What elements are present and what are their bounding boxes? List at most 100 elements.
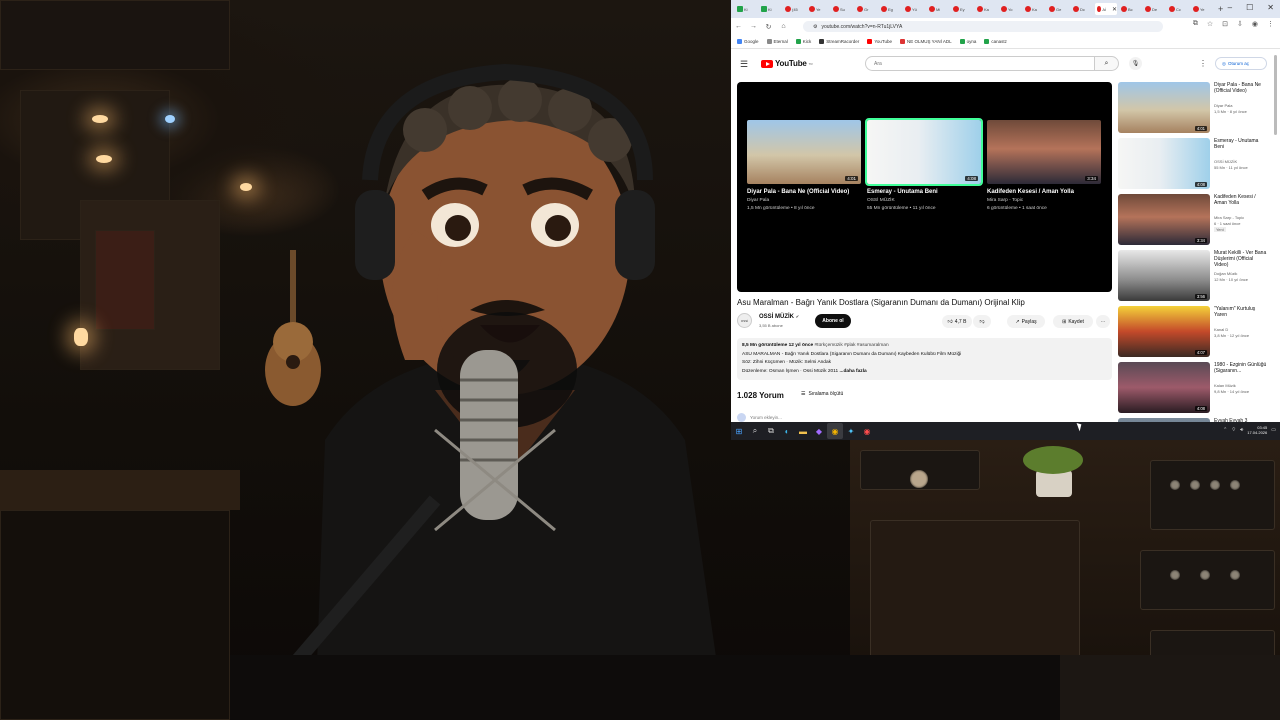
sidebar-channel-name[interactable]: Kalan Müzik: [1214, 383, 1268, 388]
end-screen-title[interactable]: Esmeray - Unutama Beni: [867, 189, 981, 196]
end-screen-channel[interactable]: Diyar Pala: [747, 198, 861, 204]
video-player[interactable]: 4:01 Diyar Pala - Bana Ne (Official Vide…: [737, 82, 1112, 292]
system-clock[interactable]: 03:45 17.04.2026: [1247, 425, 1267, 435]
end-screen-video[interactable]: 4:08 Esmeray - Unutama Beni OSSİ MÜZİK 5…: [865, 118, 983, 212]
browser-tab[interactable]: Mi: [927, 3, 949, 15]
dislike-button[interactable]: 👎︎: [973, 315, 991, 328]
search-button[interactable]: ⌕: [1095, 56, 1119, 71]
url-input[interactable]: ⚙ youtube.com/watch?v=n-RTu1jLVYA: [803, 21, 1163, 32]
browser-tab[interactable]: Ki: [759, 3, 781, 15]
new-tab-icon[interactable]: +: [1218, 4, 1223, 14]
extensions-icon[interactable]: ⊡: [1222, 20, 1228, 28]
end-screen-title[interactable]: Diyar Pala - Bana Ne (Official Video): [747, 189, 861, 196]
channel-name[interactable]: OSSİ MÜZİK ✔: [759, 314, 799, 320]
sidebar-thumbnail[interactable]: 4:07: [1118, 306, 1210, 357]
share-button[interactable]: ↗ Paylaş: [1007, 315, 1045, 328]
sidebar-video-title[interactable]: Esmeray - Unutama Beni: [1214, 138, 1268, 150]
end-screen-thumbnail[interactable]: 3:34: [987, 120, 1101, 184]
browser-tab[interactable]: Dc: [1071, 3, 1093, 15]
more-actions-button[interactable]: ⋯: [1096, 315, 1110, 328]
volume-icon[interactable]: 🔊︎: [1240, 427, 1243, 433]
browser-tab[interactable]: Bc: [1119, 3, 1141, 15]
end-screen-channel[interactable]: Mira Sarp - Topic: [987, 198, 1101, 204]
bookmark-item[interactable]: canastz: [984, 39, 1007, 44]
end-screen-video[interactable]: 3:34 Kadifeden Kesesi / Aman Yolla Mira …: [987, 120, 1101, 212]
voice-search-button[interactable]: 🎙︎: [1129, 57, 1142, 70]
sidebar-thumbnail[interactable]: 3:56: [1118, 250, 1210, 301]
sidebar-video-item[interactable]: 4:07 "Yalanım" Kurtuluş Yaren Kanal D 3,8 M…: [1118, 306, 1268, 358]
sidebar-video-item[interactable]: 4:08 1980 - Ezginin Günlüğü (Sigaranın...…: [1118, 362, 1268, 414]
sidebar-video-title[interactable]: Kadifeden Kesesi / Aman Yolla: [1214, 194, 1268, 206]
youtube-search-input[interactable]: Ara: [865, 56, 1095, 71]
hamburger-menu-icon[interactable]: ☰: [740, 59, 748, 70]
bookmark-item[interactable]: oyna: [959, 39, 976, 44]
sidebar-channel-name[interactable]: Kanal D: [1214, 327, 1268, 332]
browser-tab[interactable]: Ka: [975, 3, 997, 15]
settings-menu-icon[interactable]: ⋮: [1199, 59, 1207, 68]
home-icon[interactable]: ⌂: [776, 23, 791, 30]
youtube-logo[interactable]: YouTube TR: [761, 59, 813, 68]
sort-comments-button[interactable]: ☰ Sıralama ölçütü: [801, 391, 843, 397]
chrome-icon[interactable]: ◉: [827, 423, 843, 439]
channel-avatar[interactable]: OSSİ: [737, 313, 752, 328]
sidebar-thumbnail[interactable]: 3:34: [1118, 194, 1210, 245]
app-icon[interactable]: ◆: [811, 423, 827, 439]
forward-icon[interactable]: →: [746, 23, 761, 30]
profile-icon[interactable]: ◉: [1252, 20, 1258, 28]
taskbar-search-icon[interactable]: ⌕: [747, 423, 763, 439]
show-more-link[interactable]: ...daha fazla: [840, 369, 867, 374]
back-icon[interactable]: ←: [731, 23, 746, 30]
browser-tab[interactable]: Su: [831, 3, 853, 15]
sign-in-button[interactable]: ◎ Oturum aç: [1215, 57, 1267, 70]
browser-tab[interactable]: Cc: [1167, 3, 1189, 15]
edge-browser-icon[interactable]: ◐: [779, 423, 795, 439]
end-screen-thumbnail[interactable]: 4:08: [865, 118, 983, 186]
close-tab-icon[interactable]: ✕: [1112, 6, 1117, 13]
maximize-icon[interactable]: ☐: [1246, 3, 1253, 12]
browser-tab[interactable]: Eg: [879, 3, 901, 15]
sidebar-channel-name[interactable]: Mira Sarp - Topic: [1214, 215, 1268, 220]
sidebar-thumbnail[interactable]: 4:08: [1118, 362, 1210, 413]
browser-tab[interactable]: Ye: [807, 3, 829, 15]
browser-tab[interactable]: De: [1143, 3, 1165, 15]
add-comment-input[interactable]: Yorum ekleyin...: [737, 413, 782, 422]
bookmark-item[interactable]: Google: [737, 39, 759, 44]
sidebar-video-title[interactable]: Diyar Pala - Bana Ne (Official Video): [1214, 82, 1268, 94]
browser-menu-icon[interactable]: ⋮: [1267, 20, 1274, 28]
end-screen-title[interactable]: Kadifeden Kesesi / Aman Yolla: [987, 189, 1101, 196]
browser-tab[interactable]: Aİ ✕: [1095, 3, 1117, 15]
sidebar-channel-name[interactable]: Doğan Müzik: [1214, 271, 1268, 276]
browser-tab[interactable]: Yo: [999, 3, 1021, 15]
browser-tab[interactable]: (45: [783, 3, 805, 15]
sidebar-channel-name[interactable]: OSSİ MÜZİK: [1214, 159, 1268, 164]
windows-start-icon[interactable]: ⊞: [731, 423, 747, 439]
save-button[interactable]: ⊞ Kaydet: [1053, 315, 1093, 328]
network-icon[interactable]: ⌔: [1231, 427, 1236, 433]
end-screen-channel[interactable]: OSSİ MÜZİK: [867, 198, 981, 204]
task-view-icon[interactable]: ⧉: [763, 423, 779, 439]
sidebar-video-title[interactable]: "Yalanım" Kurtuluş Yaren: [1214, 306, 1268, 318]
end-screen-thumbnail[interactable]: 4:01: [747, 120, 861, 184]
sidebar-video-item[interactable]: 3:56 Murat Kekilli - Ver Bana Düşlerimi (…: [1118, 250, 1268, 302]
subscribe-button[interactable]: Abone ol: [815, 314, 851, 328]
sidebar-channel-name[interactable]: Diyar Pala: [1214, 103, 1268, 108]
page-scrollbar[interactable]: [1274, 55, 1277, 135]
sidebar-video-title[interactable]: 1980 - Ezginin Günlüğü (Sigaranın...: [1214, 362, 1268, 374]
close-window-icon[interactable]: ✕: [1267, 3, 1274, 12]
browser-tab[interactable]: Ki: [735, 3, 757, 15]
bookmark-item[interactable]: YouTube: [867, 39, 892, 44]
like-button[interactable]: 👍︎ 4,7 B: [942, 315, 972, 328]
browser-tab[interactable]: Ey: [951, 3, 973, 15]
bookmark-item[interactable]: NE OLMUŞ YANİ ADL: [900, 39, 952, 44]
app-icon[interactable]: ✦: [843, 423, 859, 439]
sidebar-thumbnail[interactable]: 4:01: [1118, 82, 1210, 133]
browser-tab[interactable]: Gr: [855, 3, 877, 15]
downloads-icon[interactable]: ⇩: [1237, 20, 1243, 28]
sidebar-video-item[interactable]: 3:34 Kadifeden Kesesi / Aman Yolla Mira Sa…: [1118, 194, 1268, 246]
tray-arrow-icon[interactable]: ⌃: [1223, 427, 1227, 433]
sidebar-video-title[interactable]: Murat Kekilli - Ver Bana Düşlerimi (Offi…: [1214, 250, 1268, 268]
translate-icon[interactable]: ⧉: [1193, 20, 1198, 28]
file-explorer-icon[interactable]: ▬: [795, 423, 811, 439]
site-info-icon[interactable]: ⚙: [813, 24, 817, 30]
sidebar-thumbnail[interactable]: 4:08: [1118, 138, 1210, 189]
